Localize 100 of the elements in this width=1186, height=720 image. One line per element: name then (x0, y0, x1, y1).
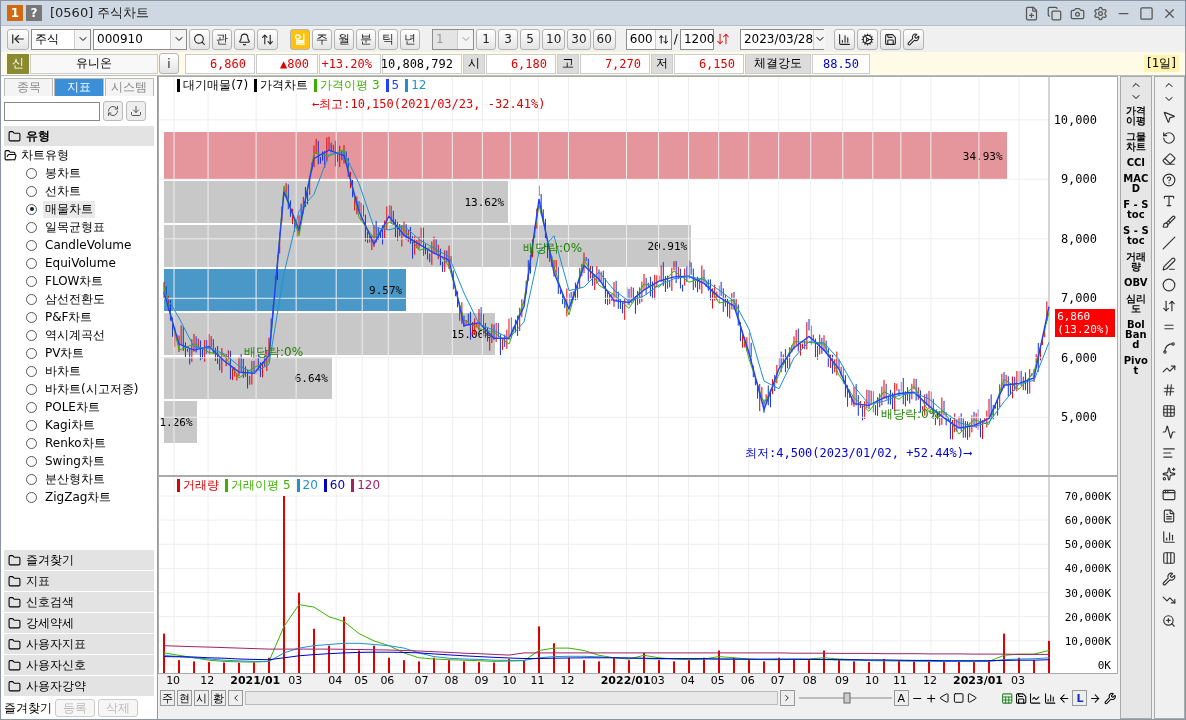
window-badge[interactable]: ? (26, 5, 42, 21)
search-button[interactable] (189, 28, 210, 50)
view-button[interactable]: 황 (211, 690, 227, 706)
chart-button[interactable] (833, 28, 855, 50)
folder-header[interactable]: 사용자강약 (4, 676, 155, 696)
chart-type-item[interactable]: 역시계곡선 (4, 326, 155, 344)
radio-button[interactable] (26, 491, 37, 503)
radio-button[interactable] (26, 329, 37, 341)
folder-header[interactable]: 사용자신호 (4, 655, 155, 675)
radio-button[interactable] (26, 419, 37, 431)
text-tool-button[interactable]: L (1072, 690, 1088, 706)
period-tab[interactable]: 년 (400, 28, 420, 50)
chart-type-item[interactable]: CandleVolume (4, 236, 155, 254)
chart-type-item[interactable]: P&F차트 (4, 308, 155, 326)
radio-button[interactable] (26, 347, 37, 359)
radio-button[interactable] (26, 365, 37, 377)
search-field[interactable] (4, 101, 100, 121)
folder-header[interactable]: 지표 (4, 571, 155, 591)
view-button[interactable]: 시 (194, 690, 210, 706)
chart-type-item[interactable]: 일목균형표 (4, 218, 155, 236)
indicator-button[interactable]: 거래량 (1121, 249, 1150, 275)
interval-button[interactable]: 10 (542, 28, 566, 50)
interval-button[interactable]: 5 (520, 28, 540, 50)
zoom-slider[interactable] (796, 691, 892, 705)
maximize-icon[interactable] (1138, 5, 1154, 21)
radio-button[interactable] (26, 473, 37, 485)
scroll-left-button[interactable] (228, 690, 244, 706)
radio-button[interactable] (26, 239, 37, 251)
group-header[interactable]: 유형 (4, 126, 155, 146)
folder-header[interactable]: 사용자지표 (4, 634, 155, 654)
chart-type-item[interactable]: EquiVolume (4, 254, 155, 272)
play-icon[interactable] (966, 692, 978, 704)
stepper-button[interactable] (257, 28, 278, 50)
radio-button[interactable] (26, 221, 37, 233)
chart-type-item[interactable]: PV차트 (4, 344, 155, 362)
left-triangle-icon[interactable] (939, 692, 951, 704)
chart-type-item[interactable]: Swing차트 (4, 452, 155, 470)
indicator-button[interactable]: F - Stoc (1121, 197, 1150, 223)
settings-icon[interactable] (1092, 5, 1108, 21)
total-count-field[interactable]: 1200 (679, 28, 714, 50)
radio-button[interactable] (26, 185, 37, 197)
radio-button[interactable] (26, 437, 37, 449)
left-arrow-icon[interactable] (1058, 691, 1071, 705)
save-button[interactable] (879, 28, 901, 50)
bar-chart-icon[interactable] (1043, 691, 1057, 705)
interval-button[interactable]: 1 (476, 28, 496, 50)
back-button[interactable] (7, 28, 29, 50)
chart-type-item[interactable]: 바차트(시고저종) (4, 380, 155, 398)
indicator-button[interactable]: OBV (1121, 275, 1150, 291)
chart-type-item[interactable]: POLE차트 (4, 398, 155, 416)
market-select[interactable]: 주식 (31, 28, 91, 50)
chart-type-item[interactable]: Kagi차트 (4, 416, 155, 434)
tools-button[interactable] (902, 28, 924, 50)
line-chart-icon[interactable] (1029, 691, 1042, 705)
indicator-button[interactable]: Pivot (1121, 353, 1150, 379)
date-select[interactable]: 2023/03/28 (739, 28, 824, 50)
radio-button[interactable] (26, 311, 37, 323)
download-button[interactable] (126, 101, 146, 121)
camera-icon[interactable] (1069, 5, 1085, 21)
bell-button[interactable] (234, 28, 255, 50)
window-badge[interactable]: 1 (7, 5, 23, 21)
indicator-button[interactable]: CCI (1121, 155, 1150, 171)
scrollbar[interactable] (245, 691, 778, 705)
chart-type-item[interactable]: 선차트 (4, 182, 155, 200)
info-button[interactable]: i (159, 53, 179, 74)
radio-button[interactable] (26, 167, 37, 179)
stop-icon[interactable] (952, 692, 965, 704)
swap-arrows-icon[interactable] (715, 32, 730, 46)
radio-button[interactable] (26, 455, 37, 467)
period-tab[interactable]: 틱 (378, 28, 398, 50)
folder-header[interactable]: 강세약세 (4, 613, 155, 633)
refresh-button[interactable] (103, 101, 123, 121)
period-tab[interactable]: 월 (334, 28, 354, 50)
radio-button[interactable] (26, 257, 37, 269)
spreadsheet-icon[interactable] (1000, 691, 1013, 705)
slider-thumb[interactable] (843, 692, 851, 704)
code-field[interactable]: 000910 (93, 28, 187, 50)
radio-button[interactable] (26, 275, 37, 287)
folder-header[interactable]: 즐겨찾기 (4, 550, 155, 570)
indicator-button[interactable]: 심리도 (1121, 291, 1150, 317)
right-arrow-icon[interactable] (1089, 691, 1102, 705)
view-button[interactable]: 주 (160, 690, 176, 706)
text-tool-button[interactable]: A (893, 690, 909, 706)
settings-button[interactable] (856, 28, 878, 50)
radio-button[interactable] (26, 401, 37, 413)
plus-icon[interactable] (925, 691, 938, 705)
indicator-button[interactable]: S - Stoc (1121, 223, 1150, 249)
interval-button[interactable]: 30 (567, 28, 591, 50)
folder-header[interactable]: 신호검색 (4, 592, 155, 612)
view-count-field[interactable]: 600 (625, 28, 672, 50)
copy-icon[interactable] (1046, 5, 1062, 21)
chart-type-item[interactable]: 분산형차트 (4, 470, 155, 488)
indicator-button[interactable]: 가격이평 (1121, 103, 1150, 129)
chart-type-item[interactable]: 바차트 (4, 362, 155, 380)
watch-button[interactable]: 관 (212, 28, 232, 50)
radio-button[interactable] (26, 383, 37, 395)
view-button[interactable]: 현 (177, 690, 193, 706)
chart-type-item[interactable]: 매물차트 (4, 200, 155, 218)
period-tab[interactable]: 주 (312, 28, 332, 50)
interval-button[interactable]: 60 (592, 28, 616, 50)
